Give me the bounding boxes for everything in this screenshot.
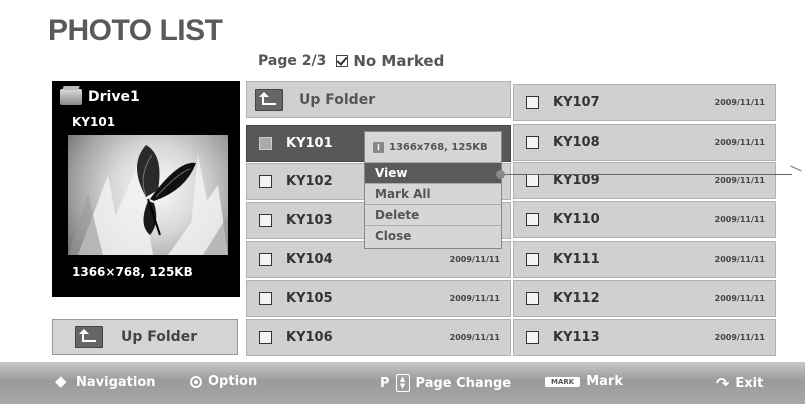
mark-checkbox[interactable] — [526, 96, 539, 109]
file-name: KY113 — [553, 330, 600, 345]
file-date: 2009/11/11 — [714, 215, 765, 224]
help-exit: ↷ Exit — [716, 374, 763, 393]
up-folder-icon — [255, 88, 283, 111]
mark-checkbox[interactable] — [526, 213, 539, 226]
menu-header-info: 1366x768, 125KB — [389, 141, 488, 153]
list-item[interactable]: KY110 2009/11/11 — [513, 201, 776, 238]
help-navigation-label: Navigation — [76, 374, 156, 390]
list-item[interactable]: KY106 2009/11/11 — [246, 319, 511, 356]
grid-up-folder[interactable]: Up Folder — [246, 81, 511, 118]
help-exit-label: Exit — [735, 376, 764, 391]
file-date: 2009/11/11 — [714, 176, 765, 185]
mark-key-icon: MARK — [545, 376, 581, 387]
ok-button-icon — [190, 375, 202, 388]
mark-checkbox[interactable] — [259, 175, 272, 188]
mark-checkbox[interactable] — [259, 292, 272, 305]
list-item[interactable]: KY112 2009/11/11 — [513, 280, 776, 317]
file-date: 2009/11/11 — [714, 255, 765, 264]
menu-item-mark-all[interactable]: Mark All — [365, 183, 501, 204]
file-name: KY105 — [286, 291, 333, 306]
list-item[interactable]: KY108 2009/11/11 — [513, 124, 776, 161]
page-title: PHOTO LIST — [48, 14, 223, 47]
no-marked-label: No Marked — [353, 52, 445, 70]
list-item[interactable]: KY113 2009/11/11 — [513, 319, 776, 356]
help-option-label: Option — [208, 374, 258, 389]
drive-label: Drive1 — [60, 89, 140, 105]
navigation-arrows-icon — [54, 372, 70, 390]
info-icon: i — [373, 141, 384, 153]
menu-header: i 1366x768, 125KB — [365, 132, 501, 162]
exit-return-icon: ↷ — [716, 374, 730, 393]
file-name: KY102 — [286, 174, 333, 189]
butterfly-image — [68, 145, 228, 255]
mark-checkbox[interactable] — [526, 253, 539, 266]
list-item[interactable]: KY111 2009/11/11 — [513, 241, 776, 278]
callout-dot — [496, 170, 505, 179]
callout-line — [502, 174, 792, 175]
file-date: 2009/11/11 — [714, 98, 765, 107]
preview-file-name: KY101 — [72, 115, 116, 129]
help-option: Option — [190, 374, 257, 389]
mark-checkbox[interactable] — [526, 292, 539, 305]
preview-resolution: 1366×768, 125KB — [72, 265, 193, 279]
mark-checkbox[interactable] — [259, 331, 272, 344]
mark-checkbox[interactable] — [526, 174, 539, 187]
page-info: Page 2/3 No Marked — [258, 52, 444, 70]
mark-checkbox[interactable] — [259, 214, 272, 227]
drive-icon — [60, 89, 82, 105]
page-up-down-icon: ▲ ▼ — [395, 374, 410, 392]
file-name: KY110 — [553, 212, 600, 227]
up-folder-button[interactable]: Up Folder — [52, 319, 238, 355]
file-name: KY101 — [286, 136, 333, 151]
help-mark: MARK Mark — [545, 374, 623, 389]
mark-checkbox[interactable] — [259, 137, 272, 150]
help-navigation: Navigation — [54, 372, 156, 390]
drive-name: Drive1 — [88, 89, 140, 105]
bottom-help-bar: Navigation Option P ▲▼ Page Change MARK … — [0, 362, 805, 404]
file-name: KY103 — [286, 213, 333, 228]
file-name: KY109 — [553, 173, 600, 188]
list-item[interactable]: KY109 2009/11/11 — [513, 162, 776, 199]
menu-item-delete[interactable]: Delete — [365, 204, 501, 225]
file-name: KY111 — [553, 252, 600, 267]
mark-checkbox[interactable] — [526, 136, 539, 149]
menu-item-view[interactable]: View — [365, 162, 501, 183]
up-folder-label: Up Folder — [299, 91, 376, 108]
preview-panel: Drive1 KY101 1366×768, 125KB — [52, 81, 240, 297]
file-name: KY107 — [553, 95, 600, 110]
page-indicator: Page 2/3 — [258, 53, 327, 69]
help-page-change-label: Page Change — [415, 375, 512, 391]
page-key-label: P — [380, 375, 390, 391]
file-name: KY104 — [286, 252, 333, 267]
menu-item-close[interactable]: Close — [365, 225, 501, 246]
file-name: KY112 — [553, 291, 600, 306]
file-date: 2009/11/11 — [714, 138, 765, 147]
list-item[interactable]: KY107 2009/11/11 — [513, 84, 776, 121]
mark-checkbox[interactable] — [259, 253, 272, 266]
up-folder-label: Up Folder — [121, 329, 198, 345]
file-date: 2009/11/11 — [449, 255, 500, 264]
file-date: 2009/11/11 — [714, 333, 765, 342]
up-folder-icon — [75, 326, 103, 348]
preview-thumbnail — [68, 135, 228, 255]
help-mark-label: Mark — [586, 374, 623, 389]
file-date: 2009/11/11 — [449, 333, 500, 342]
option-menu: i 1366x768, 125KB View Mark All Delete C… — [364, 131, 502, 249]
marked-status: No Marked — [336, 52, 444, 70]
file-date: 2009/11/11 — [449, 294, 500, 303]
callout-line-end — [790, 165, 802, 172]
file-date: 2009/11/11 — [714, 294, 765, 303]
file-name: KY106 — [286, 330, 333, 345]
mark-checkbox[interactable] — [526, 331, 539, 344]
help-page-change: P ▲ ▼ Page Change — [380, 374, 511, 392]
checkmark-icon — [336, 55, 349, 67]
file-name: KY108 — [553, 135, 600, 150]
list-item[interactable]: KY105 2009/11/11 — [246, 280, 511, 317]
